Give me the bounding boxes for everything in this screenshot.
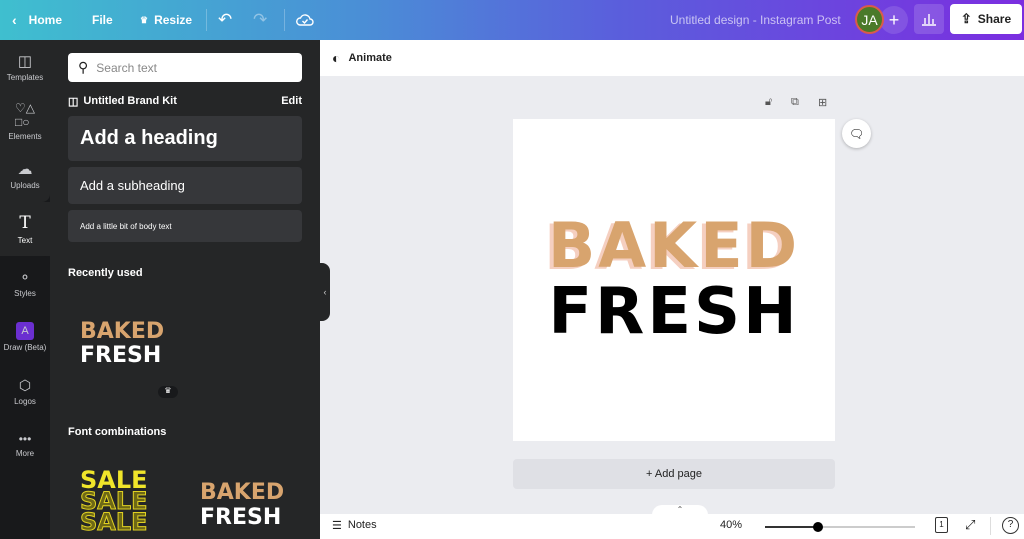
search-icon: ⚲: [78, 59, 89, 75]
chevron-left-icon: ‹: [12, 12, 17, 28]
palette-icon: ⚬: [19, 268, 31, 285]
home-button[interactable]: ‹ Home: [12, 12, 62, 28]
zoom-slider[interactable]: [765, 522, 915, 532]
rail-item-more[interactable]: ••• More: [0, 418, 50, 472]
add-subheading-button[interactable]: Add a subheading: [68, 167, 302, 204]
notes-button[interactable]: ☰ Notes: [332, 519, 377, 532]
zoom-level[interactable]: 40%: [720, 519, 742, 531]
avatar[interactable]: JA: [855, 5, 884, 34]
rail-item-text[interactable]: T Text: [0, 202, 50, 256]
resize-button[interactable]: ♛ Resize: [140, 13, 192, 27]
chevron-left-icon: ‹: [323, 287, 327, 297]
text-icon: T: [19, 213, 31, 233]
undo-icon[interactable]: ↶: [218, 10, 232, 30]
lock-icon[interactable]: 🔓︎: [765, 96, 772, 109]
more-icon: •••: [18, 432, 32, 446]
add-body-text-button[interactable]: Add a little bit of body text: [68, 210, 302, 242]
crown-icon: ♛: [158, 386, 178, 398]
elements-icon: ♡△ □○: [15, 101, 35, 129]
logo-icon: ⬡: [18, 376, 32, 393]
rail-item-draw[interactable]: A Draw (Beta): [0, 310, 50, 364]
animate-button[interactable]: ◐ Animate: [320, 40, 1024, 76]
comment-add-icon[interactable]: 🗨︎: [842, 119, 871, 148]
footer-bar: ☰ Notes 40% 1 ⤢ ?: [320, 514, 1024, 539]
templates-icon: ◫: [17, 53, 33, 70]
design-title[interactable]: Untitled design - Instagram Post: [670, 13, 841, 27]
notes-icon: ☰: [332, 520, 342, 532]
recently-used-heading: Recently used: [68, 267, 143, 279]
side-rail: ◫ Templates ♡△ □○ Elements ☁ Uploads T Text ⚬…: [0, 40, 50, 539]
redo-icon[interactable]: ↷: [253, 10, 267, 30]
plus-icon: +: [888, 9, 900, 30]
add-collaborator-button[interactable]: +: [880, 6, 908, 34]
edit-brand-kit-link[interactable]: Edit: [281, 95, 302, 107]
font-combo-sale[interactable]: SALE SALE SALE: [80, 468, 149, 535]
crown-icon: ♛: [140, 14, 149, 25]
design-page[interactable]: BAKED FRESH: [513, 119, 835, 441]
rail-item-uploads[interactable]: ☁ Uploads: [0, 148, 50, 202]
upload-cloud-icon: ☁: [17, 161, 33, 178]
search-input[interactable]: ⚲ Search text: [68, 53, 302, 82]
page-count-button[interactable]: 1: [935, 517, 948, 533]
zoom-slider-handle[interactable]: [812, 522, 823, 532]
draw-icon: A: [16, 322, 34, 340]
zoom-slider-fill: [765, 526, 818, 528]
duplicate-page-icon[interactable]: ⧉: [791, 96, 799, 109]
file-menu[interactable]: File: [92, 13, 113, 27]
add-heading-button[interactable]: Add a heading: [68, 116, 302, 161]
rail-item-elements[interactable]: ♡△ □○ Elements: [0, 94, 50, 148]
upload-icon: ⇪: [960, 11, 972, 26]
fullscreen-icon[interactable]: ⤢: [965, 517, 975, 533]
share-button[interactable]: ⇪ Share: [950, 4, 1022, 34]
insights-button[interactable]: [914, 4, 944, 34]
canvas-text-fresh[interactable]: FRESH: [513, 279, 835, 345]
rail-item-templates[interactable]: ◫ Templates: [0, 40, 50, 94]
rail-item-styles[interactable]: ⚬ Styles: [0, 256, 50, 310]
brand-kit-icon: ◫: [68, 96, 79, 108]
canvas-text-baked[interactable]: BAKED: [513, 213, 835, 279]
animate-icon: ◐: [332, 50, 341, 66]
text-panel: ⚲ Search text ◫ Untitled Brand Kit Edit Ad…: [50, 40, 320, 539]
brand-kit-label: ◫ Untitled Brand Kit: [68, 95, 177, 108]
top-bar: ‹ Home File ♛ Resize ↶ ↷ Untitled design -…: [0, 0, 1024, 40]
recent-text-style[interactable]: BAKED FRESH: [80, 320, 164, 368]
bar-chart-icon: [922, 14, 936, 26]
add-page-button[interactable]: + Add page: [513, 459, 835, 489]
help-icon[interactable]: ?: [1002, 517, 1019, 534]
cloud-saved-icon[interactable]: [296, 13, 314, 27]
add-page-icon[interactable]: ⊞: [818, 96, 827, 109]
font-combinations-heading: Font combinations: [68, 426, 167, 438]
rail-item-logos[interactable]: ⬡ Logos: [0, 364, 50, 418]
collapse-panel-button[interactable]: ‹: [320, 263, 330, 321]
font-combo-baked-fresh[interactable]: BAKED FRESH: [200, 480, 284, 530]
